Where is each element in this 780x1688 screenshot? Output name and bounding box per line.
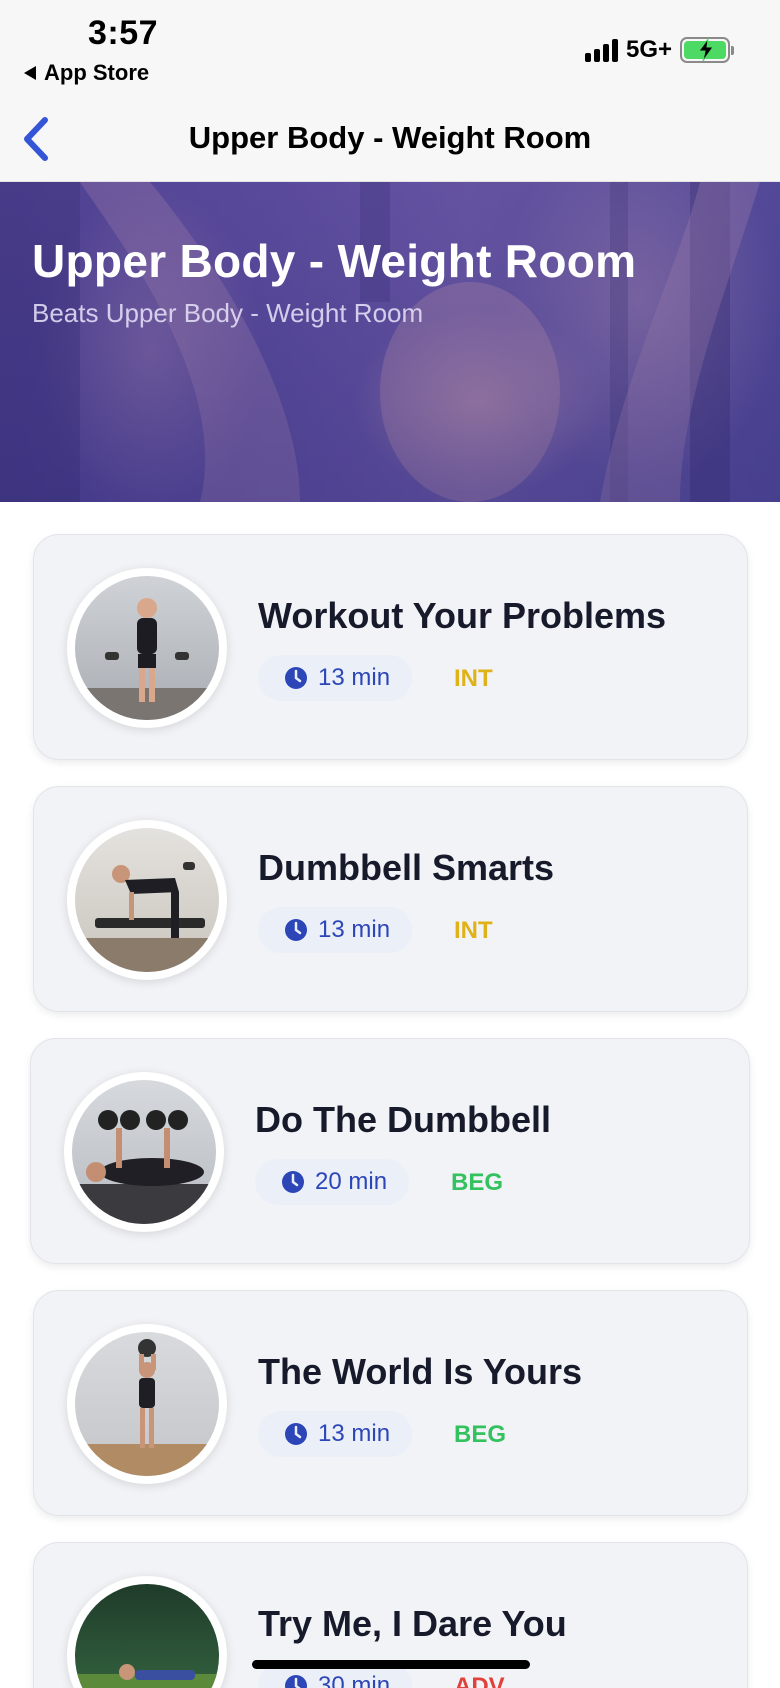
duration-pill: 13 min — [258, 1411, 412, 1457]
clock-icon — [285, 1675, 307, 1688]
workout-card[interactable]: Workout Your Problems 13 min INT — [33, 534, 748, 760]
clock-icon — [285, 1423, 307, 1445]
hero-banner: Upper Body - Weight Room Beats Upper Bod… — [0, 182, 780, 502]
workout-thumbnail — [67, 1576, 227, 1688]
workout-card[interactable]: Dumbbell Smarts 13 min INT — [33, 786, 748, 1012]
duration-text: 30 min — [318, 1672, 391, 1688]
workout-title: Workout Your Problems — [258, 595, 667, 636]
workout-thumbnail — [67, 820, 227, 980]
status-time: 3:57 — [88, 14, 159, 52]
duration-text: 13 min — [318, 916, 391, 943]
status-bar: 3:57 App Store 5G+ — [0, 0, 780, 100]
workout-thumbnail — [67, 568, 227, 728]
workout-thumbnail — [64, 1072, 224, 1232]
hero-title: Upper Body - Weight Room — [32, 235, 637, 287]
duration-text: 13 min — [318, 664, 391, 691]
level-badge: BEG — [454, 1421, 507, 1448]
workout-title: Dumbbell Smarts — [258, 847, 555, 888]
duration-pill: 13 min — [258, 655, 412, 701]
duration-pill: 13 min — [258, 907, 412, 953]
workout-title: Try Me, I Dare You — [258, 1603, 567, 1644]
duration-text: 20 min — [315, 1168, 388, 1195]
duration-text: 13 min — [318, 1420, 391, 1447]
workout-card[interactable]: The World Is Yours 13 min BEG — [33, 1290, 748, 1516]
cellular-signal-icon — [584, 38, 618, 62]
network-type: 5G+ — [625, 36, 672, 63]
battery-charging-icon — [680, 37, 734, 63]
level-badge: ADV — [454, 1673, 505, 1688]
clock-icon — [282, 1171, 304, 1193]
back-app-label: App Store — [44, 60, 150, 85]
level-badge: INT — [454, 917, 493, 944]
nav-title: Upper Body - Weight Room — [188, 120, 592, 155]
duration-pill: 20 min — [255, 1159, 409, 1205]
level-badge: BEG — [451, 1169, 504, 1196]
clock-icon — [285, 667, 307, 689]
back-to-app-store-link[interactable]: App Store — [24, 60, 149, 86]
back-triangle-icon — [24, 66, 36, 80]
home-indicator[interactable] — [252, 1660, 530, 1669]
workout-title: Do The Dumbbell — [255, 1099, 551, 1140]
workout-thumbnail — [67, 1324, 227, 1484]
level-badge: INT — [454, 665, 493, 692]
hero-subtitle: Beats Upper Body - Weight Room — [32, 298, 424, 328]
clock-icon — [285, 919, 307, 941]
workout-title: The World Is Yours — [258, 1351, 583, 1392]
workout-card[interactable]: Do The Dumbbell 20 min BEG — [30, 1038, 750, 1264]
navigation-bar: Upper Body - Weight Room — [0, 100, 780, 182]
status-indicators: 5G+ — [584, 36, 734, 64]
